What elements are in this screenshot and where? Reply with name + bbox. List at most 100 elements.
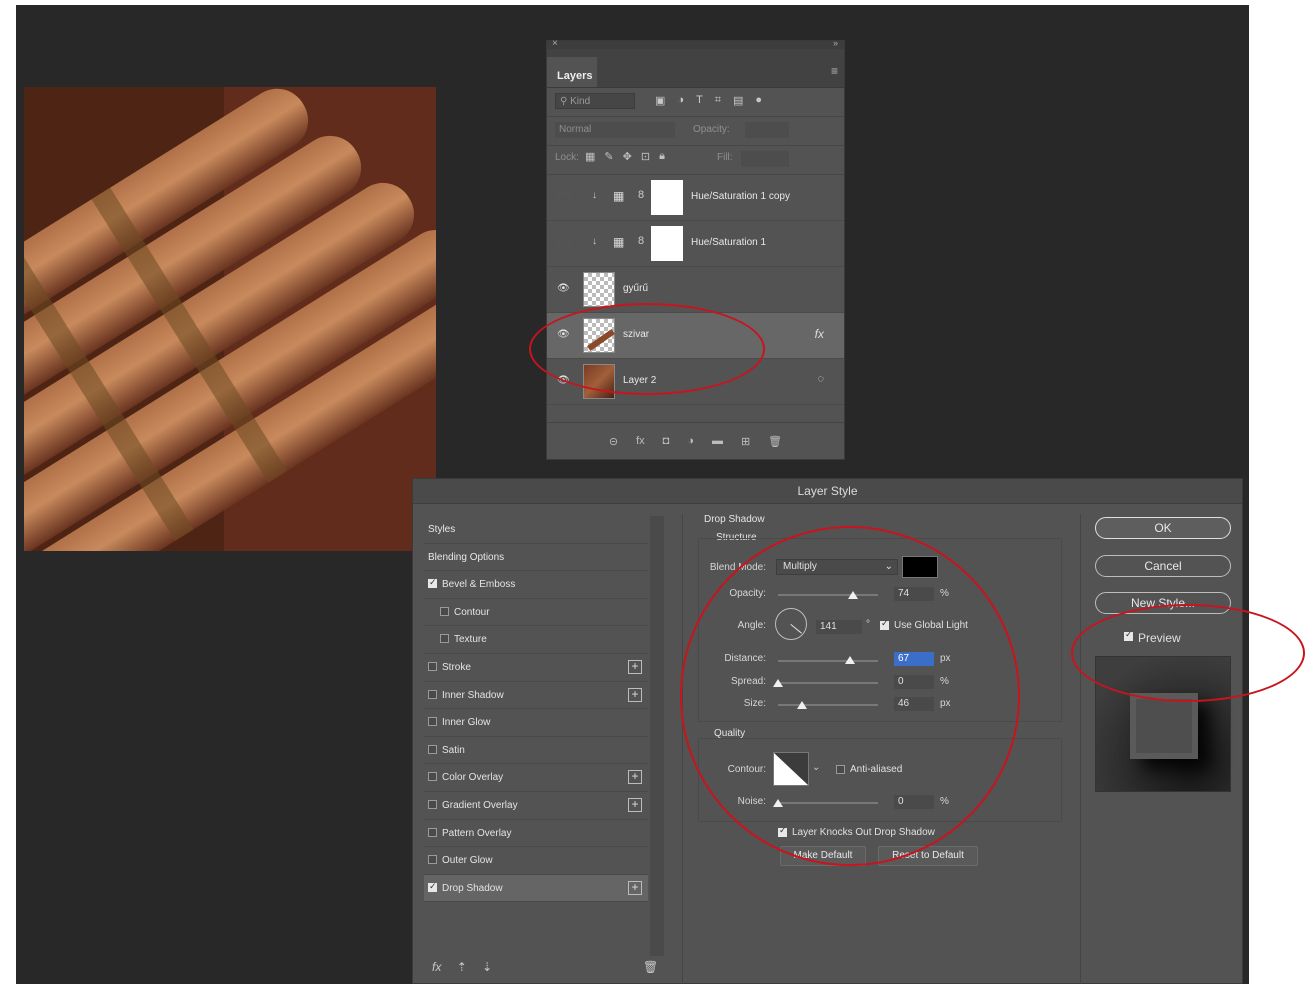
- distance-slider[interactable]: [778, 660, 878, 662]
- style-item-contour[interactable]: Contour: [424, 599, 648, 627]
- style-item-outer-glow[interactable]: Outer Glow: [424, 847, 648, 875]
- style-item-inner-glow[interactable]: Inner Glow: [424, 709, 648, 737]
- filter-pixel-icon[interactable]: ▣: [655, 94, 665, 107]
- style-checkbox[interactable]: [428, 827, 437, 837]
- style-item-blending-options[interactable]: Blending Options: [424, 544, 648, 572]
- style-checkbox[interactable]: [428, 744, 437, 754]
- style-checkbox[interactable]: [428, 717, 437, 727]
- style-item-drop-shadow[interactable]: Drop Shadow +: [424, 874, 648, 903]
- lock-artboard-icon[interactable]: ⊡: [641, 150, 650, 163]
- layer-thumbnail[interactable]: [583, 318, 615, 353]
- lock-transparency-icon[interactable]: ▦: [585, 150, 595, 163]
- layer-mask-thumbnail[interactable]: [651, 180, 683, 215]
- size-slider[interactable]: [778, 704, 878, 706]
- layer-row-selected[interactable]: 👁︎ szivar fx: [547, 313, 844, 359]
- collapse-panel-icon[interactable]: »: [833, 38, 838, 48]
- new-adjustment-icon[interactable]: ◑: [687, 435, 694, 447]
- layer-row[interactable]: ↓ ▦ 8 Hue/Saturation 1: [547, 221, 844, 267]
- styles-scrollbar[interactable]: [650, 516, 664, 956]
- layer-row[interactable]: ↓ ▦ 8 Hue/Saturation 1 copy: [547, 175, 844, 221]
- link-icon[interactable]: 8: [638, 235, 644, 247]
- spread-slider-thumb[interactable]: [773, 679, 783, 687]
- trash-icon[interactable]: 🗑︎: [768, 435, 782, 448]
- style-checkbox[interactable]: [428, 881, 437, 892]
- fx-icon[interactable]: fx: [815, 327, 824, 341]
- panel-menu-icon[interactable]: ≡: [831, 64, 838, 78]
- style-checkbox[interactable]: [428, 799, 437, 809]
- lock-position-icon[interactable]: ✥: [623, 150, 632, 163]
- style-item-stroke[interactable]: Stroke +: [424, 654, 648, 682]
- reset-default-button[interactable]: Reset to Default: [878, 846, 978, 866]
- style-item-color-overlay[interactable]: Color Overlay +: [424, 764, 648, 792]
- layer-mask-thumbnail[interactable]: [651, 226, 683, 261]
- filter-adjustment-icon[interactable]: ◑: [677, 94, 684, 107]
- style-checkbox[interactable]: [428, 577, 437, 589]
- add-mask-icon[interactable]: ◘: [663, 435, 670, 447]
- add-instance-icon[interactable]: +: [628, 770, 642, 785]
- tab-layers[interactable]: Layers: [547, 57, 597, 87]
- noise-slider-thumb[interactable]: [773, 799, 783, 807]
- style-checkbox[interactable]: [428, 689, 437, 699]
- filter-smart-object-icon[interactable]: ▤: [733, 94, 743, 107]
- size-slider-thumb[interactable]: [797, 701, 807, 709]
- style-checkbox[interactable]: [428, 855, 437, 865]
- style-item-satin[interactable]: Satin: [424, 737, 648, 765]
- fx-menu-icon[interactable]: fx: [432, 960, 441, 974]
- filter-kind-select[interactable]: ⚲ Kind: [555, 93, 635, 109]
- filter-shape-icon[interactable]: ⌗: [715, 94, 721, 107]
- filter-type-icon[interactable]: T: [696, 94, 703, 107]
- style-checkbox[interactable]: [440, 634, 449, 644]
- new-layer-icon[interactable]: ⊞: [741, 435, 750, 448]
- trash-icon[interactable]: 🗑︎: [643, 960, 658, 974]
- link-layers-icon[interactable]: ⊝: [609, 435, 618, 448]
- eye-icon[interactable]: 👁︎: [557, 329, 570, 340]
- use-global-light-checkbox[interactable]: Use Global Light: [880, 618, 968, 631]
- noise-slider[interactable]: [778, 802, 878, 804]
- cancel-button[interactable]: Cancel: [1095, 555, 1231, 577]
- style-checkbox[interactable]: [428, 661, 437, 671]
- fill-input[interactable]: [741, 151, 789, 167]
- anti-aliased-checkbox[interactable]: Anti-aliased: [836, 764, 902, 775]
- smart-filter-icon[interactable]: ◌: [817, 373, 824, 385]
- style-item-texture[interactable]: Texture: [424, 626, 648, 654]
- layer-row[interactable]: 👁︎ Layer 2 ◌: [547, 359, 844, 405]
- lock-paint-icon[interactable]: ✎: [604, 150, 613, 163]
- add-style-icon[interactable]: fx: [636, 435, 645, 447]
- opacity-slider-thumb[interactable]: [848, 591, 858, 599]
- new-group-icon[interactable]: ▬: [712, 435, 723, 447]
- visibility-toggle[interactable]: [558, 238, 570, 250]
- distance-input[interactable]: 67: [894, 652, 934, 666]
- opacity-input[interactable]: 74: [894, 587, 934, 601]
- angle-input[interactable]: 141: [816, 620, 862, 634]
- make-default-button[interactable]: Make Default: [780, 846, 866, 866]
- add-instance-icon[interactable]: +: [628, 687, 642, 702]
- style-item-bevel-emboss[interactable]: Bevel & Emboss: [424, 571, 648, 599]
- add-instance-icon[interactable]: +: [628, 659, 642, 674]
- contour-picker[interactable]: [773, 752, 809, 786]
- opacity-slider[interactable]: [778, 594, 878, 596]
- spread-input[interactable]: 0: [894, 675, 934, 689]
- shadow-color-swatch[interactable]: [902, 556, 938, 578]
- new-style-button[interactable]: New Style...: [1095, 592, 1231, 614]
- contour-chevron-icon[interactable]: ⌄: [812, 762, 820, 773]
- distance-slider-thumb[interactable]: [845, 656, 855, 664]
- eye-icon[interactable]: 👁︎: [557, 375, 570, 386]
- layer-thumbnail[interactable]: [583, 272, 615, 307]
- angle-dial[interactable]: [775, 608, 807, 640]
- style-item-styles[interactable]: Styles: [424, 516, 648, 544]
- style-checkbox[interactable]: [440, 606, 449, 616]
- move-up-icon[interactable]: ⇡: [457, 960, 467, 974]
- move-down-icon[interactable]: ⇣: [482, 960, 492, 974]
- visibility-toggle[interactable]: [558, 192, 570, 204]
- eye-icon[interactable]: 👁︎: [557, 283, 570, 294]
- link-icon[interactable]: 8: [638, 189, 644, 201]
- add-instance-icon[interactable]: +: [628, 880, 642, 895]
- style-item-pattern-overlay[interactable]: Pattern Overlay: [424, 820, 648, 848]
- noise-input[interactable]: 0: [894, 795, 934, 809]
- blend-mode-dropdown[interactable]: Multiply ⌄: [776, 559, 898, 575]
- spread-slider[interactable]: [778, 682, 878, 684]
- filter-toggle-icon[interactable]: ●: [755, 94, 762, 107]
- style-item-inner-shadow[interactable]: Inner Shadow +: [424, 682, 648, 710]
- opacity-input[interactable]: [745, 122, 789, 138]
- size-input[interactable]: 46: [894, 697, 934, 711]
